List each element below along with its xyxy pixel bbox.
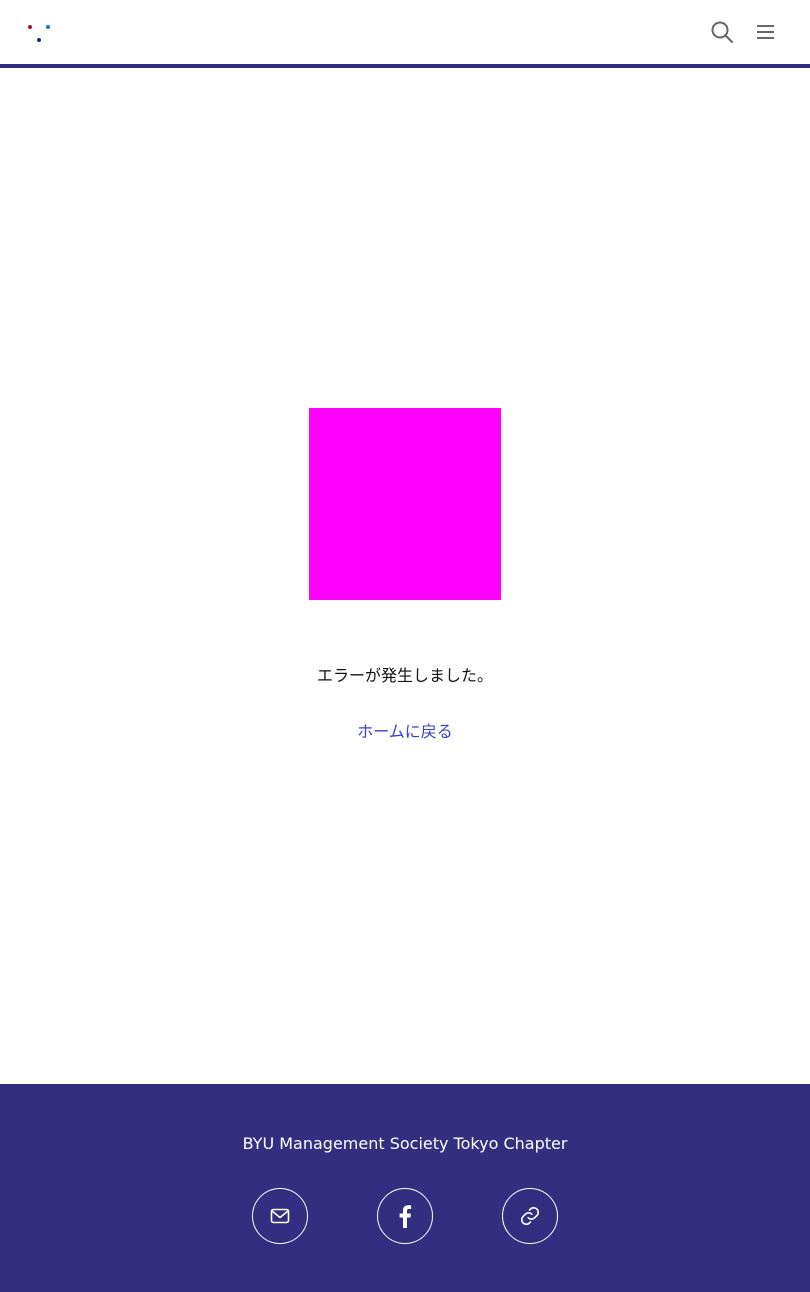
back-to-home-link[interactable]: ホームに戻る [357, 722, 453, 741]
error-message: エラーが発生しました。 [316, 666, 493, 685]
footer-title: BYU Management Society Tokyo Chapter [242, 1134, 568, 1153]
error-image [309, 408, 501, 600]
home-link-container: ホームに戻る [0, 720, 810, 744]
site-logo[interactable] [26, 21, 54, 45]
search-button[interactable] [706, 16, 738, 48]
site-header [0, 0, 810, 68]
site-footer: BYU Management Society Tokyo Chapter [0, 1084, 810, 1292]
logo-dot-red [28, 25, 32, 29]
hamburger-menu-icon [757, 25, 774, 39]
logo-dot-navy [37, 38, 41, 42]
logo-dot-blue [46, 25, 50, 29]
mail-icon [270, 1208, 290, 1224]
facebook-icon [399, 1205, 412, 1228]
mail-button[interactable] [252, 1188, 308, 1244]
link-icon [520, 1206, 540, 1226]
main-content: エラーが発生しました。 ホームに戻る [0, 68, 810, 1084]
search-icon [711, 21, 733, 43]
facebook-button[interactable] [377, 1188, 433, 1244]
link-button[interactable] [502, 1188, 558, 1244]
menu-button[interactable] [750, 16, 782, 48]
